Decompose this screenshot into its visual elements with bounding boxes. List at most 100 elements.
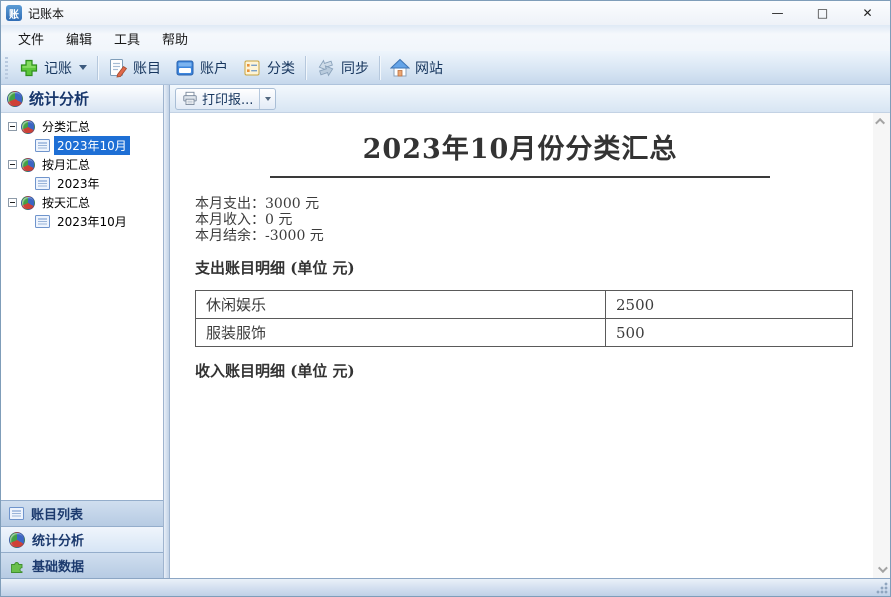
tree-node-label: 2023年 [54,174,103,193]
account-window-icon [175,58,195,78]
window-title: 记账本 [28,5,64,22]
record-button-label: 记账 [44,58,72,78]
scroll-up-button[interactable] [875,115,888,128]
resize-grip[interactable] [876,582,888,594]
report-list-icon [35,139,50,152]
summary-income: 本月收入：0 元 [195,212,845,228]
toolbar-grip[interactable] [5,57,8,79]
toolbar-separator [97,56,98,80]
window-controls: — □ ✕ [755,1,890,25]
statistics-tree: 分类汇总 2023年10月 按月汇总 2023 [1,113,163,500]
menu-tools[interactable]: 工具 [103,26,151,51]
summary-value: 0 元 [265,212,292,228]
menu-edit[interactable]: 编辑 [55,26,103,51]
print-report-label: 打印报... [202,89,253,108]
maximize-button[interactable]: □ [800,1,845,25]
print-button-group: 打印报... [175,88,276,110]
summary-label: 本月支出： [195,196,265,212]
pie-chart-icon [9,532,25,548]
chevron-down-icon [878,563,888,573]
income-detail-heading: 收入账目明细 (单位 元) [195,360,845,381]
tree-node-label: 分类汇总 [39,117,93,136]
sidebar-item-base-data[interactable]: 基础数据 [1,552,163,578]
category-button[interactable]: 分类 [235,54,302,82]
titlebar: 账 记账本 — □ ✕ [1,1,890,25]
chevron-up-icon [875,118,885,128]
tree-node-2023-10[interactable]: 2023年10月 [1,136,163,155]
sync-icon [316,58,336,78]
tree-node-monthly-summary[interactable]: 按月汇总 [1,155,163,174]
pie-chart-icon [21,196,35,210]
expense-detail-heading: 支出账目明细 (单位 元) [195,257,845,278]
sidebar-header: 统计分析 [1,85,163,113]
close-button[interactable]: ✕ [845,1,890,25]
chevron-down-icon [265,97,271,101]
pie-chart-icon [21,158,35,172]
print-dropdown-button[interactable] [259,89,275,109]
sync-button[interactable]: 同步 [309,54,376,82]
summary-label: 本月收入： [195,212,265,228]
report-list-icon [35,177,50,190]
menu-file[interactable]: 文件 [7,26,55,51]
puzzle-icon [9,558,25,574]
collapse-icon[interactable] [8,122,17,131]
toolbar-separator [379,56,380,80]
minimize-button[interactable]: — [755,1,800,25]
list-icon [9,507,24,520]
tree-node-label: 2023年10月 [54,136,130,155]
sidebar-item-label: 账目列表 [31,504,83,523]
entries-button-label: 账目 [133,58,161,78]
report-list-icon [35,215,50,228]
entries-button[interactable]: 账目 [101,54,168,82]
account-button[interactable]: 账户 [168,54,235,82]
collapse-icon[interactable] [8,198,17,207]
tree-node-label: 按月汇总 [39,155,93,174]
content-area: 打印报... 2023年10月份分类汇总 本月支出：3000 元 本月收入：0 … [170,85,890,578]
main-area: 统计分析 分类汇总 2023年10月 按月汇总 [1,85,890,578]
expense-category-cell: 服装服饰 [196,319,606,347]
summary-balance: 本月结余：-3000 元 [195,228,845,244]
tree-node-daily-summary[interactable]: 按天汇总 [1,193,163,212]
menu-help[interactable]: 帮助 [151,26,199,51]
website-button-label: 网站 [415,58,443,78]
account-button-label: 账户 [200,58,228,78]
main-toolbar: 记账 账目 账户 分类 同步 [1,51,890,85]
sidebar-item-statistics[interactable]: 统计分析 [1,526,163,552]
sidebar-header-label: 统计分析 [29,88,89,109]
sidebar-item-label: 基础数据 [32,556,84,575]
sidebar-item-label: 统计分析 [32,530,84,549]
status-bar [1,578,890,596]
report-title: 2023年10月份分类汇总 [195,127,845,166]
report-document: 2023年10月份分类汇总 本月支出：3000 元 本月收入：0 元 本月结余：… [170,113,873,578]
tree-node-2023[interactable]: 2023年 [1,174,163,193]
home-icon [390,58,410,78]
category-list-icon [242,58,262,78]
sidebar-item-account-list[interactable]: 账目列表 [1,500,163,526]
sync-button-label: 同步 [341,58,369,78]
summary-label: 本月结余： [195,228,265,244]
expense-category-cell: 休闲娱乐 [196,291,606,319]
tree-node-category-summary[interactable]: 分类汇总 [1,117,163,136]
collapse-icon[interactable] [8,160,17,169]
app-window: 账 记账本 — □ ✕ 文件 编辑 工具 帮助 记账 账目 [0,0,891,597]
vertical-scrollbar[interactable] [873,113,890,578]
tree-node-2023-10-daily[interactable]: 2023年10月 [1,212,163,231]
toolbar-separator [305,56,306,80]
summary-expense: 本月支出：3000 元 [195,196,845,212]
tree-node-label: 2023年10月 [54,212,130,231]
pie-chart-icon [7,91,23,107]
print-report-button[interactable]: 打印报... [176,89,259,109]
document-pencil-icon [108,58,128,78]
sidebar-nav: 账目列表 统计分析 基础数据 [1,500,163,578]
printer-icon [182,91,198,107]
tree-node-label: 按天汇总 [39,193,93,212]
category-button-label: 分类 [267,58,295,78]
website-button[interactable]: 网站 [383,54,450,82]
plus-icon [19,58,39,78]
record-button[interactable]: 记账 [12,54,94,82]
menu-bar: 文件 编辑 工具 帮助 [1,25,890,51]
sidebar: 统计分析 分类汇总 2023年10月 按月汇总 [1,85,164,578]
scroll-down-button[interactable] [875,563,888,576]
record-dropdown-arrow-icon[interactable] [79,65,87,70]
report-toolbar: 打印报... [170,85,890,113]
